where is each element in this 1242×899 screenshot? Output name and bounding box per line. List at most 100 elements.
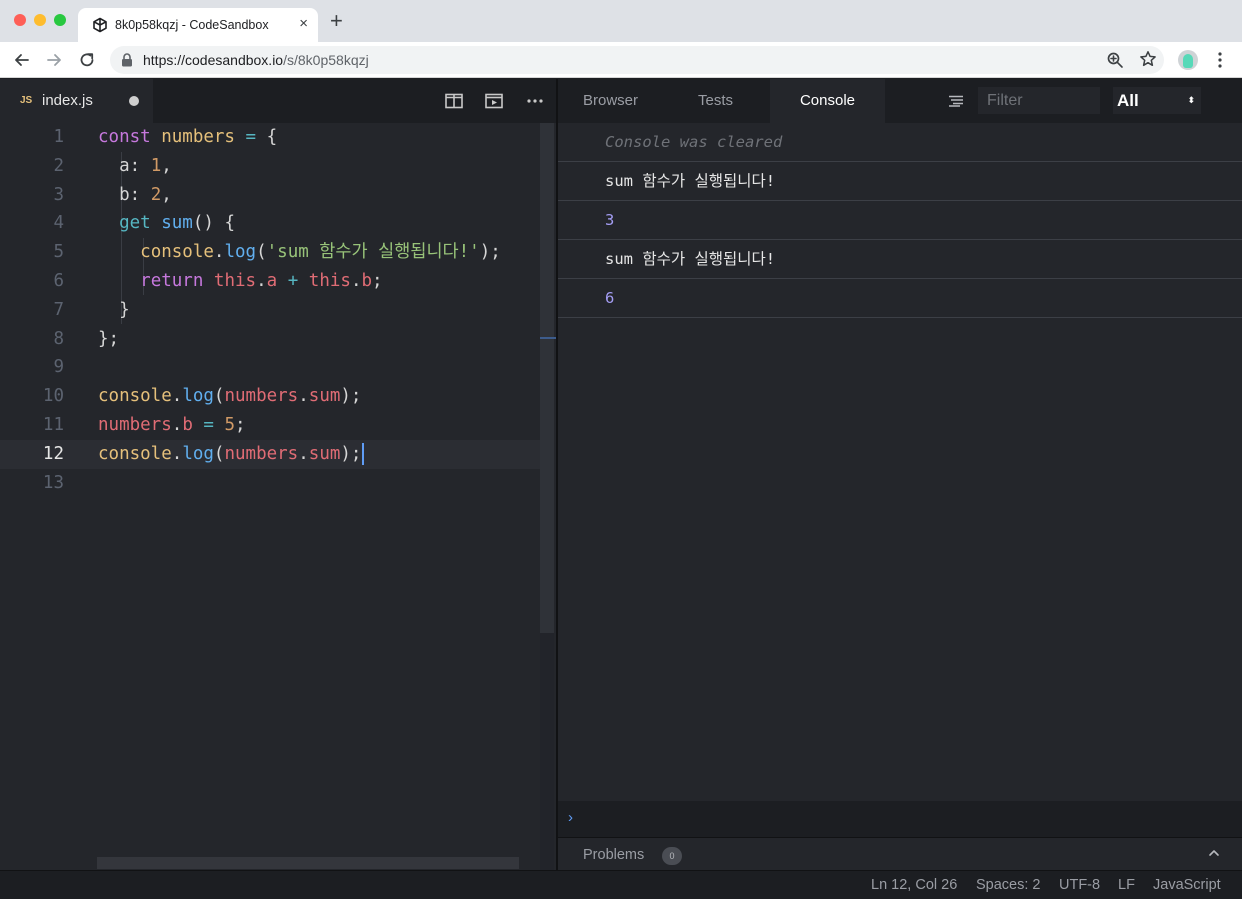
new-tab-button[interactable]: +: [330, 10, 343, 32]
prompt-chevron-icon: ›: [568, 809, 573, 826]
code-token: this: [308, 271, 351, 291]
code-text: get sum() {: [98, 209, 235, 238]
profile-avatar[interactable]: [1178, 50, 1198, 70]
line-number: 12: [42, 443, 64, 464]
code-line[interactable]: 4 get sum() {: [0, 209, 540, 238]
editor-tab-label: index.js: [42, 92, 93, 109]
code-token: {: [266, 127, 278, 147]
code-token: 2: [150, 184, 162, 205]
file-encoding[interactable]: UTF-8: [1059, 877, 1100, 893]
cursor-position[interactable]: Ln 12, Col 26: [871, 877, 957, 893]
code-line[interactable]: 6 return this.a + this.b;: [0, 267, 540, 296]
code-token: sum: [308, 443, 341, 464]
browser-tab-bar: 8k0p58kqzj - CodeSandbox × +: [0, 0, 1242, 42]
editor-horizontal-scrollbar[interactable]: [97, 857, 519, 869]
editor-vertical-scrollbar[interactable]: [540, 123, 556, 870]
code-text: console.log(numbers.sum);: [98, 382, 361, 411]
console-input[interactable]: ›: [558, 801, 1242, 837]
code-token: const: [98, 127, 162, 147]
problems-bar[interactable]: Problems 0: [558, 837, 1242, 870]
code-line[interactable]: 9: [0, 353, 540, 382]
kebab-menu-icon[interactable]: [1214, 51, 1226, 69]
tab-browser[interactable]: Browser: [583, 79, 638, 123]
code-token: console: [98, 443, 172, 464]
code-token: ,: [161, 155, 172, 176]
code-line[interactable]: 12 console.log(numbers.sum);: [0, 439, 540, 469]
code-line[interactable]: 2 a: 1,: [0, 152, 540, 181]
preview-window-icon[interactable]: [485, 93, 503, 109]
language-mode[interactable]: JavaScript: [1153, 877, 1221, 893]
code-token: log: [224, 242, 257, 263]
code-text: numbers.b = 5;: [98, 411, 246, 440]
clear-console-icon[interactable]: [948, 95, 964, 107]
zoom-icon[interactable]: [1106, 51, 1124, 69]
reload-icon[interactable]: [78, 51, 96, 69]
code-line[interactable]: 10 console.log(numbers.sum);: [0, 382, 540, 411]
code-token: .: [171, 386, 183, 407]
close-window-button[interactable]: [14, 14, 26, 26]
code-token: () {: [192, 213, 235, 234]
back-arrow-icon[interactable]: [13, 51, 31, 69]
code-text: }: [98, 296, 130, 325]
scrollbar-thumb[interactable]: [540, 123, 554, 633]
lock-icon[interactable]: [121, 53, 133, 67]
tab-console[interactable]: Console: [770, 79, 885, 123]
code-text: console.log('sum 함수가 실행됩니다!');: [98, 238, 501, 267]
code-text: return this.a + this.b;: [98, 267, 382, 296]
address-bar[interactable]: https://codesandbox.io/s/8k0p58kqzj: [110, 46, 1164, 74]
line-number: 2: [53, 155, 64, 176]
code-line[interactable]: 13: [0, 469, 540, 498]
code-token: 'sum 함수가 실행됩니다!': [266, 242, 480, 263]
split-view-icon[interactable]: [445, 93, 463, 109]
console-filter-input[interactable]: [978, 87, 1100, 114]
code-token: .: [171, 415, 183, 435]
code-token: a: [266, 271, 278, 291]
code-token: this: [213, 271, 257, 291]
devtools-panel: Browser Tests Console All ⬍ Console was …: [558, 79, 1242, 870]
code-editor: JS index.js 1 const numbers = {2 a: 1, 3 b…: [0, 79, 556, 870]
code-token: b: [361, 271, 373, 291]
code-line[interactable]: 7 }: [0, 296, 540, 325]
code-token: =: [192, 415, 225, 435]
minimize-window-button[interactable]: [34, 14, 46, 26]
code-token: return: [140, 271, 214, 291]
code-line[interactable]: 3 b: 2,: [0, 181, 540, 210]
close-tab-icon[interactable]: ×: [299, 15, 308, 32]
code-token: log: [182, 443, 214, 464]
line-ending[interactable]: LF: [1118, 877, 1135, 893]
maximize-window-button[interactable]: [54, 14, 66, 26]
browser-toolbar: https://codesandbox.io/s/8k0p58kqzj: [0, 42, 1242, 78]
code-area[interactable]: 1 const numbers = {2 a: 1, 3 b: 2, 4 get su…: [0, 123, 540, 870]
code-line[interactable]: 1 const numbers = {: [0, 123, 540, 152]
code-line[interactable]: 8};: [0, 325, 540, 354]
more-options-icon[interactable]: [526, 93, 544, 109]
line-number: 4: [53, 213, 64, 234]
editor-tab-index-js[interactable]: JS index.js: [0, 79, 153, 123]
unsaved-dot-icon[interactable]: [129, 96, 139, 106]
bookmark-star-icon[interactable]: [1139, 50, 1157, 68]
code-line[interactable]: 11 numbers.b = 5;: [0, 411, 540, 440]
chevron-up-icon[interactable]: [1208, 848, 1220, 858]
browser-tab-active[interactable]: 8k0p58kqzj - CodeSandbox ×: [78, 8, 318, 42]
code-line[interactable]: 5 console.log('sum 함수가 실행됩니다!');: [0, 238, 540, 267]
indent-setting[interactable]: Spaces: 2: [976, 877, 1041, 893]
forward-arrow-icon[interactable]: [45, 51, 63, 69]
problems-count-badge: 0: [662, 847, 682, 865]
code-token: console: [98, 386, 172, 407]
code-token: );: [479, 242, 501, 263]
select-caret-icon: ⬍: [1187, 95, 1195, 105]
console-message: Console was cleared: [558, 123, 1242, 162]
code-token: numbers: [161, 127, 235, 147]
tab-tests[interactable]: Tests: [698, 79, 733, 123]
line-number: 1: [53, 127, 64, 147]
code-token: =: [234, 127, 267, 147]
url-text[interactable]: https://codesandbox.io/s/8k0p58kqzj: [143, 52, 369, 68]
log-level-select[interactable]: All ⬍: [1113, 87, 1201, 114]
code-token: sum: [161, 213, 193, 234]
code-token: console: [140, 242, 214, 263]
url-host: https://codesandbox.io: [143, 52, 284, 68]
code-text: b: 2,: [98, 181, 172, 210]
